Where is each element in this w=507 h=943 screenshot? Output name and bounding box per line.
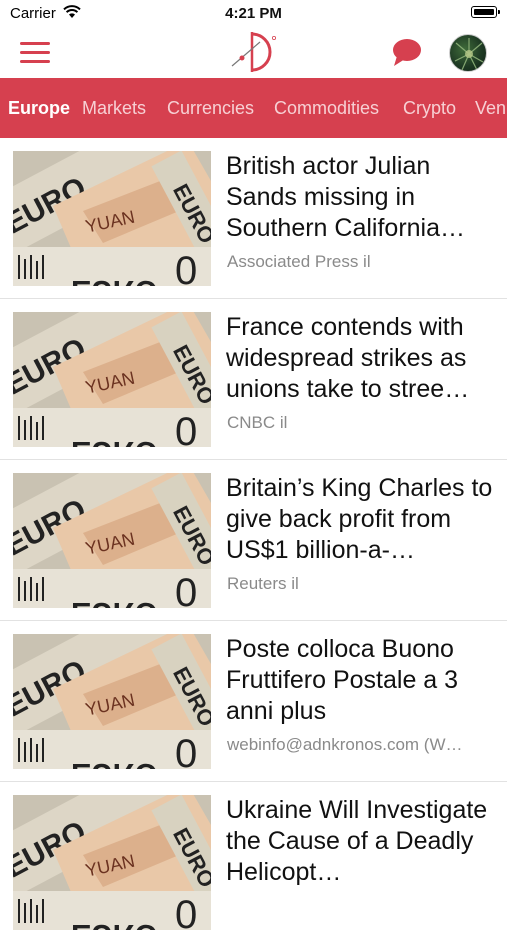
hamburger-icon-line xyxy=(20,60,50,63)
news-headline: Ukraine Will Investigate the Cause of a … xyxy=(226,796,488,886)
profile-avatar[interactable] xyxy=(449,34,487,72)
news-item[interactable]: EURO YUAN EURO EURO 0 Britain’s King Cha… xyxy=(0,460,507,621)
tab-crypto[interactable]: Crypto xyxy=(403,78,456,138)
app-logo xyxy=(231,32,277,72)
news-thumbnail: EURO YUAN EURO EURO 0 xyxy=(13,795,211,930)
chat-bubble-icon[interactable] xyxy=(391,38,423,68)
svg-text:0: 0 xyxy=(175,893,197,930)
tab-markets[interactable]: Markets xyxy=(82,78,146,138)
tab-ven[interactable]: Ven xyxy=(475,78,506,138)
news-headline: British actor Julian Sands missing in So… xyxy=(226,152,466,242)
news-source: Associated Press il xyxy=(227,252,371,271)
svg-text:0: 0 xyxy=(175,410,197,447)
tab-europe[interactable]: Europe xyxy=(8,78,70,138)
avatar-image xyxy=(454,38,484,71)
svg-text:0: 0 xyxy=(175,249,197,286)
hamburger-icon xyxy=(20,42,50,45)
news-thumbnail: EURO YUAN EURO EURO 0 xyxy=(13,151,211,286)
svg-text:EURO: EURO xyxy=(71,435,158,447)
hamburger-menu-button[interactable] xyxy=(20,42,50,64)
tab-commodities[interactable]: Commodities xyxy=(274,78,379,138)
app-header xyxy=(0,28,507,78)
hamburger-icon-line xyxy=(20,51,50,54)
news-source: webinfo@adnkronos.com (W… xyxy=(227,735,463,754)
news-headline: Poste colloca Buono Fruttifero Postale a… xyxy=(226,635,459,725)
news-headline: Britain’s King Charles to give back prof… xyxy=(226,474,493,564)
news-thumbnail: EURO YUAN EURO EURO 0 xyxy=(13,473,211,608)
svg-text:0: 0 xyxy=(175,571,197,608)
svg-text:0: 0 xyxy=(175,732,197,769)
news-item[interactable]: EURO YUAN EURO EURO 0 France contends wi… xyxy=(0,299,507,460)
news-item[interactable]: EURO YUAN EURO EURO 0 Ukraine Will Inves… xyxy=(0,782,507,943)
battery-icon xyxy=(471,6,500,18)
svg-text:EURO: EURO xyxy=(71,757,158,769)
news-headline: France contends with widespread strikes … xyxy=(226,313,470,403)
status-bar: Carrier 4:21 PM xyxy=(0,0,507,28)
news-source: CNBC il xyxy=(227,413,288,432)
svg-text:EURO: EURO xyxy=(71,274,158,286)
news-item[interactable]: EURO YUAN EURO EURO 0 British actor Juli… xyxy=(0,138,507,299)
category-tab-bar: Europe Markets Currencies Commodities Cr… xyxy=(0,78,507,138)
svg-text:EURO: EURO xyxy=(71,918,158,930)
svg-text:EURO: EURO xyxy=(71,596,158,608)
clock: 4:21 PM xyxy=(225,5,282,22)
news-thumbnail: EURO YUAN EURO EURO 0 xyxy=(13,634,211,769)
news-source: Reuters il xyxy=(227,574,299,593)
tab-currencies[interactable]: Currencies xyxy=(167,78,254,138)
news-item[interactable]: EURO YUAN EURO EURO 0 Poste colloca Buon… xyxy=(0,621,507,782)
news-thumbnail: EURO YUAN EURO EURO 0 xyxy=(13,312,211,447)
